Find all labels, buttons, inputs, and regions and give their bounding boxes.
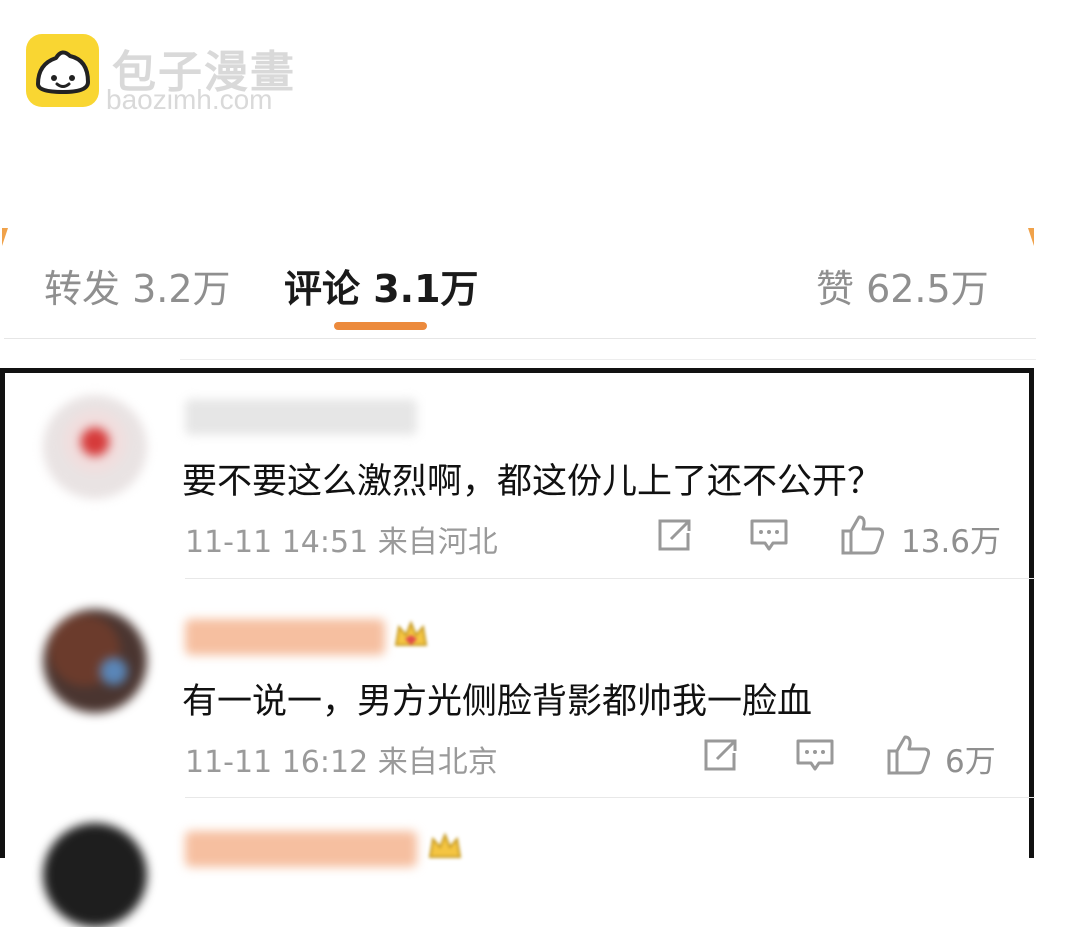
- stats-tab-bar: 转发 3.2万 评论 3.1万 赞 62.5万: [0, 236, 1036, 336]
- crown-icon: [425, 827, 465, 867]
- crown-icon: [391, 615, 431, 655]
- comment-separator: [185, 797, 1035, 798]
- active-tab-indicator: [334, 322, 427, 330]
- repost-icon[interactable]: [653, 515, 697, 559]
- comment-text: 有一说一，男方光侧脸背影都帅我一脸血: [182, 682, 813, 722]
- reply-icon[interactable]: [747, 515, 791, 559]
- username[interactable]: [185, 619, 385, 655]
- like-count: 13.6万: [901, 524, 1002, 560]
- username[interactable]: [185, 399, 417, 435]
- comment-text: 要不要这么激烈啊，都这份儿上了还不公开？: [182, 462, 883, 502]
- comment-meta: 11-11 16:12 来自北京: [185, 745, 498, 780]
- like-count: 6万: [945, 744, 996, 780]
- avatar[interactable]: [43, 609, 147, 713]
- divider: [180, 359, 1036, 360]
- divider: [4, 338, 1036, 339]
- like-icon[interactable]: [885, 733, 933, 781]
- watermark: 包子漫畫 baozimh.com: [26, 34, 346, 115]
- comment-separator: [185, 578, 1035, 579]
- tab-comments[interactable]: 评论 3.1万: [284, 258, 479, 313]
- comment-meta: 11-11 14:51 来自河北: [185, 525, 498, 560]
- username[interactable]: [185, 831, 417, 867]
- tab-likes[interactable]: 赞 62.5万: [816, 258, 989, 313]
- repost-icon[interactable]: [699, 735, 743, 779]
- highlighted-comments-box: 要不要这么激烈啊，都这份儿上了还不公开？ 11-11 14:51 来自河北 13…: [0, 368, 1035, 927]
- like-icon[interactable]: [839, 513, 887, 561]
- tab-repost[interactable]: 转发 3.2万: [44, 258, 231, 313]
- reply-icon[interactable]: [793, 735, 837, 779]
- avatar[interactable]: [43, 395, 147, 499]
- watermark-domain: baozimh.com: [106, 84, 273, 115]
- avatar[interactable]: [43, 823, 147, 927]
- bun-logo-icon: [26, 34, 99, 107]
